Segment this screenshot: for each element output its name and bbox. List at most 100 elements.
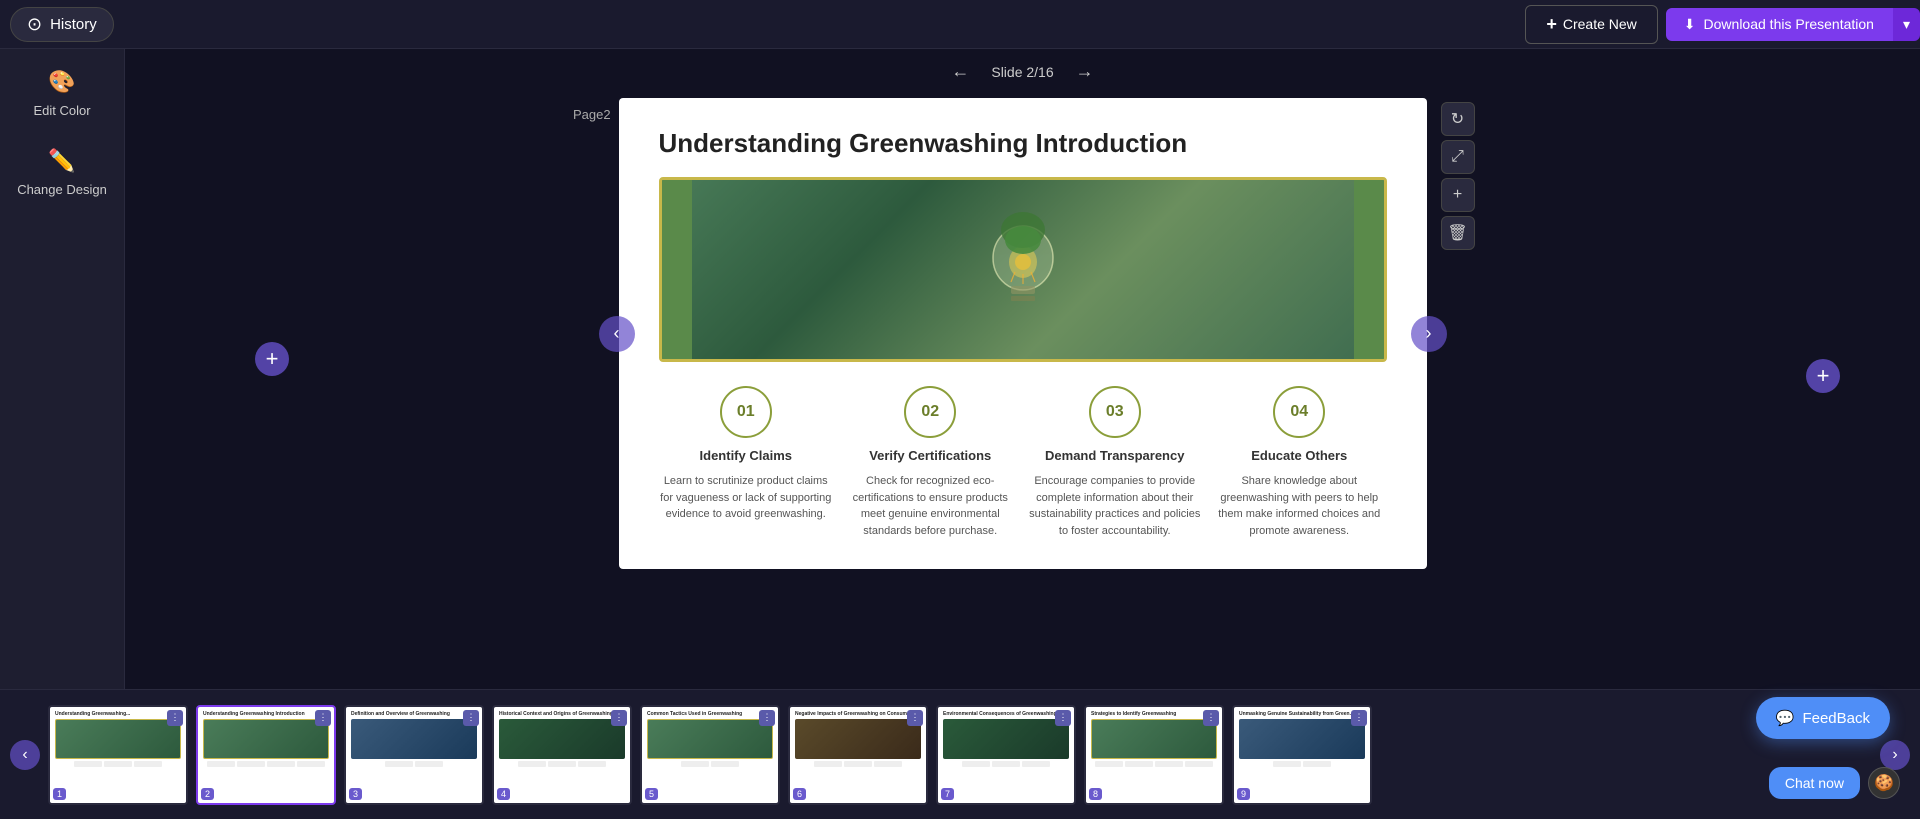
thumb-dot — [74, 761, 102, 767]
create-new-button[interactable]: + Create New — [1525, 5, 1657, 44]
slide-next-nav-button[interactable]: → — [1070, 59, 1100, 84]
green-accent-left — [662, 180, 692, 359]
thumb-action-1[interactable]: ⋮ — [167, 710, 183, 726]
point-title-2: Verify Certifications — [869, 448, 991, 463]
point-desc-1: Learn to scrutinize product claims for v… — [659, 473, 834, 523]
thumb-badge-8: 8 — [1089, 788, 1102, 800]
chat-now-label: Chat now — [1785, 775, 1844, 791]
thumb-action-2[interactable]: ⋮ — [315, 710, 331, 726]
thumb-dots-7 — [943, 761, 1069, 767]
thumbnail-6[interactable]: Negative Impacts of Greenwashing on Cons… — [788, 705, 928, 805]
cookie-settings-button[interactable]: 🍪 — [1868, 767, 1900, 799]
thumbnail-7[interactable]: Environmental Consequences of Greenwashi… — [936, 705, 1076, 805]
thumbnail-2[interactable]: Understanding Greenwashing Introduction … — [196, 705, 336, 805]
thumb-action-3[interactable]: ⋮ — [463, 710, 479, 726]
thumb-dot — [1155, 761, 1183, 767]
strip-next-button[interactable]: › — [1880, 740, 1910, 770]
thumb-dot — [267, 761, 295, 767]
thumb-dot — [844, 761, 872, 767]
thumb-badge-2: 2 — [201, 788, 214, 800]
thumb-title-7: Environmental Consequences of Greenwashi… — [943, 711, 1069, 717]
slide-prev-nav-button[interactable]: ← — [945, 59, 975, 84]
feedback-button[interactable]: 💬 FeedBack — [1756, 697, 1890, 739]
thumb-action-8[interactable]: ⋮ — [1203, 710, 1219, 726]
thumbnail-1[interactable]: Understanding Greenwashing... 1 ⋮ — [48, 705, 188, 805]
thumb-dots-5 — [647, 761, 773, 767]
thumb-dot — [134, 761, 162, 767]
chat-now-popup[interactable]: Chat now — [1769, 767, 1860, 799]
thumb-dot — [1185, 761, 1213, 767]
thumb-title-8: Strategies to Identify Greenwashing — [1091, 711, 1217, 717]
thumb-action-4[interactable]: ⋮ — [611, 710, 627, 726]
point-item-1: 01 Identify Claims Learn to scrutinize p… — [659, 386, 834, 539]
thumbnail-3[interactable]: Definition and Overview of Greenwashing … — [344, 705, 484, 805]
point-item-4: 04 Educate Others Share knowledge about … — [1212, 386, 1387, 539]
thumb-dot — [1273, 761, 1301, 767]
thumb-dot — [1303, 761, 1331, 767]
thumb-dot — [548, 761, 576, 767]
thumbnail-4[interactable]: Historical Context and Origins of Greenw… — [492, 705, 632, 805]
thumbnail-5[interactable]: Common Tactics Used in Greenwashing 5 ⋮ — [640, 705, 780, 805]
download-label: Download this Presentation — [1704, 16, 1874, 32]
thumb-dots-1 — [55, 761, 181, 767]
thumb-img-5 — [647, 719, 773, 759]
thumbnail-9[interactable]: Unmasking Genuine Sustainability from Gr… — [1232, 705, 1372, 805]
slide-right-arrow-button[interactable]: › — [1411, 316, 1447, 352]
resize-tool-button[interactable]: ⤢ — [1441, 140, 1475, 174]
point-desc-4: Share knowledge about greenwashing with … — [1212, 473, 1387, 539]
thumb-dot — [104, 761, 132, 767]
refresh-tool-button[interactable]: ↻ — [1441, 102, 1475, 136]
history-button[interactable]: ⊙ History — [10, 7, 114, 42]
point-title-1: Identify Claims — [700, 448, 792, 463]
thumb-dot — [992, 761, 1020, 767]
thumb-dots-3 — [351, 761, 477, 767]
download-dropdown-arrow[interactable]: ▾ — [1892, 8, 1920, 41]
thumb-img-7 — [943, 719, 1069, 759]
change-design-label: Change Design — [17, 182, 107, 197]
thumb-badge-7: 7 — [941, 788, 954, 800]
thumb-dot — [385, 761, 413, 767]
plus-icon: + — [266, 346, 279, 372]
create-new-label: Create New — [1563, 16, 1637, 32]
bulb-illustration — [983, 210, 1063, 330]
thumb-dot — [1022, 761, 1050, 767]
slide-info: Slide 2/16 — [991, 64, 1053, 80]
thumb-dot — [1095, 761, 1123, 767]
thumb-action-6[interactable]: ⋮ — [907, 710, 923, 726]
thumb-title-1: Understanding Greenwashing... — [55, 711, 181, 717]
sidebar-item-edit-color[interactable]: 🎨 Edit Color — [33, 69, 90, 118]
thumb-action-7[interactable]: ⋮ — [1055, 710, 1071, 726]
thumb-dot — [518, 761, 546, 767]
point-item-2: 02 Verify Certifications Check for recog… — [843, 386, 1018, 539]
thumb-dot — [415, 761, 443, 767]
point-title-3: Demand Transparency — [1045, 448, 1184, 463]
point-title-4: Educate Others — [1251, 448, 1347, 463]
thumb-title-3: Definition and Overview of Greenwashing — [351, 711, 477, 717]
design-icon: ✏️ — [48, 148, 75, 174]
thumbnail-8[interactable]: Strategies to Identify Greenwashing 8 ⋮ — [1084, 705, 1224, 805]
thumb-dots-9 — [1239, 761, 1365, 767]
point-circle-4: 04 — [1273, 386, 1325, 438]
edit-color-label: Edit Color — [33, 103, 90, 118]
thumb-img-9 — [1239, 719, 1365, 759]
thumb-img-2 — [203, 719, 329, 759]
thumb-title-5: Common Tactics Used in Greenwashing — [647, 711, 773, 717]
thumb-dots-4 — [499, 761, 625, 767]
main-content: 🎨 Edit Color ✏️ Change Design ← Slide 2/… — [0, 49, 1920, 689]
thumb-action-5[interactable]: ⋮ — [759, 710, 775, 726]
thumb-badge-9: 9 — [1237, 788, 1250, 800]
add-slide-right-button[interactable]: + — [1806, 359, 1840, 393]
slide-left-arrow-button[interactable]: ‹ — [599, 316, 635, 352]
center-stage: ← Slide 2/16 → Page2 + ‹ Understanding G… — [125, 49, 1920, 689]
thumb-dot — [814, 761, 842, 767]
chevron-down-icon: ▾ — [1903, 16, 1910, 32]
thumb-dot — [207, 761, 235, 767]
plus-tool-button[interactable]: + — [1441, 178, 1475, 212]
sidebar-item-change-design[interactable]: ✏️ Change Design — [17, 148, 107, 197]
delete-tool-button[interactable]: 🗑 — [1441, 216, 1475, 250]
download-button[interactable]: ⬇ Download this Presentation — [1666, 8, 1892, 41]
thumb-title-6: Negative Impacts of Greenwashing on Cons… — [795, 711, 921, 717]
strip-prev-button[interactable]: ‹ — [10, 740, 40, 770]
thumb-action-9[interactable]: ⋮ — [1351, 710, 1367, 726]
add-slide-left-button[interactable]: + — [255, 342, 289, 376]
